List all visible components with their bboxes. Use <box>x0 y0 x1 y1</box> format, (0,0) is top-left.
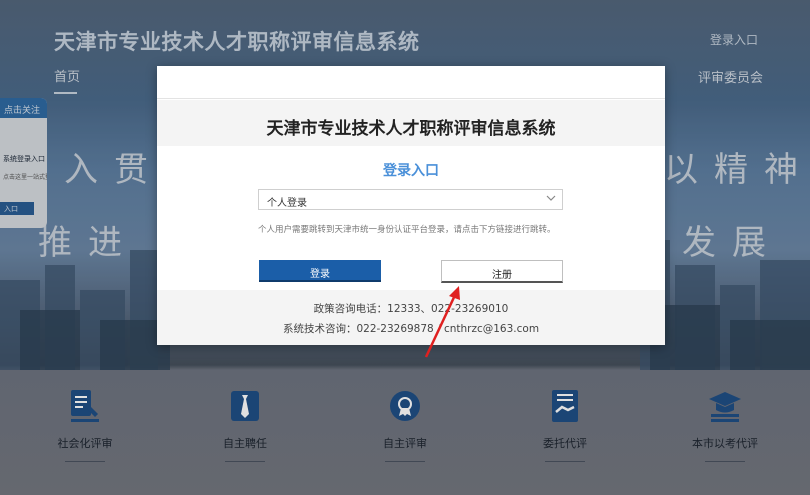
login-button[interactable]: 登录 <box>259 260 381 282</box>
register-button[interactable]: 注册 <box>441 260 563 283</box>
policy-phone: 政策咨询电话：12333、022-23269010 <box>313 303 509 315</box>
login-entry-heading: 登录入口 <box>383 163 439 179</box>
modal-footer <box>157 290 665 345</box>
login-hint-text: 个人用户需要跳转到天津市统一身份认证平台登录，请点击下方链接进行跳转。 <box>258 225 556 235</box>
login-modal: 天津市专业技术人才职称评审信息系统 登录入口 个人登录 个人用户需要跳转到天津市… <box>157 66 665 345</box>
modal-title: 天津市专业技术人才职称评审信息系统 <box>266 119 556 139</box>
chevron-down-icon <box>546 195 556 201</box>
login-type-value: 个人登录 <box>267 198 307 209</box>
tech-contact: 系统技术咨询：022-23269878 / cnthrzc@163.com <box>282 323 540 335</box>
modal-header <box>157 66 665 99</box>
login-type-select[interactable]: 个人登录 <box>258 189 563 210</box>
